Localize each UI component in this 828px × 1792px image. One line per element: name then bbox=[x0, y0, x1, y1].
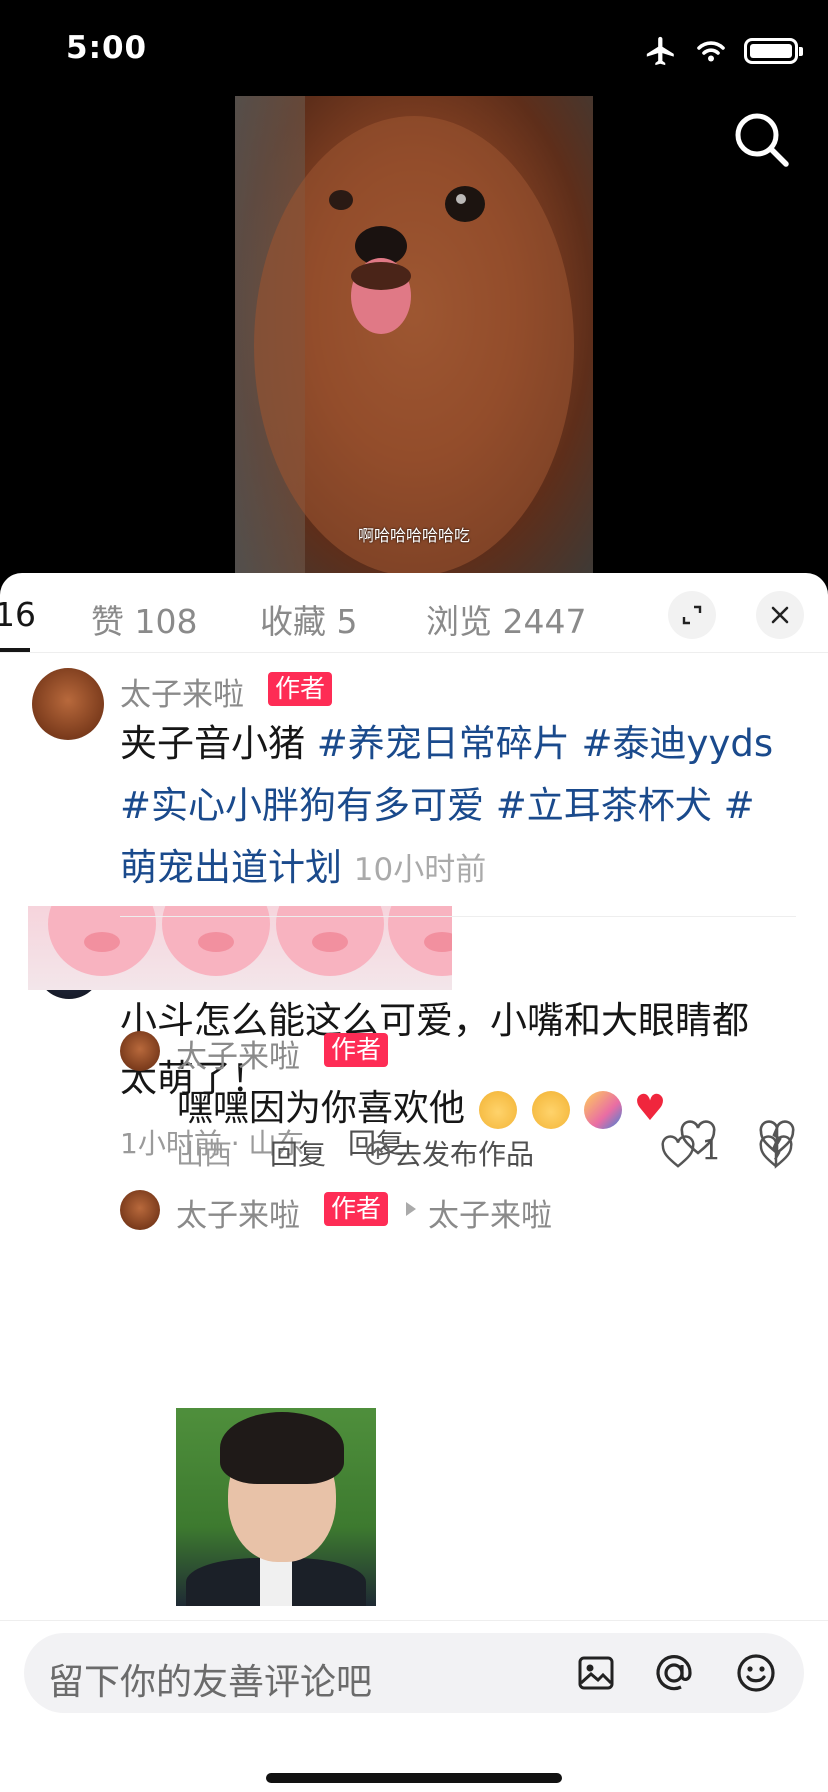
reply-author-avatar[interactable] bbox=[120, 1190, 160, 1230]
status-icons bbox=[644, 34, 803, 68]
search-icon bbox=[735, 113, 789, 167]
image-icon[interactable] bbox=[576, 1653, 616, 1693]
close-button[interactable] bbox=[756, 591, 804, 639]
publish-work-button[interactable]: 去发布作品 bbox=[394, 1133, 534, 1173]
hashtag[interactable]: #立耳茶杯犬 bbox=[496, 784, 712, 827]
expand-icon bbox=[682, 605, 702, 625]
post-description: 夹子音小猪 #养宠日常碎片 #泰迪yyds #实心小胖狗有多可爱 #立耳茶杯犬 … bbox=[120, 713, 780, 901]
reply-author-avatar[interactable] bbox=[120, 1031, 160, 1071]
dog-illustration bbox=[254, 116, 574, 574]
sticker-overlay bbox=[28, 906, 452, 990]
upload-icon bbox=[365, 1140, 391, 1166]
reply-to-name[interactable]: 太子来啦 bbox=[428, 1190, 552, 1235]
mention-icon[interactable] bbox=[652, 1651, 696, 1695]
tab-likes[interactable]: 赞 108 bbox=[91, 595, 197, 643]
wifi-icon bbox=[697, 41, 725, 62]
comment-input-bar: 留下你的友善评论吧 bbox=[0, 1620, 828, 1792]
post-author-name[interactable]: 太子来啦 bbox=[120, 669, 244, 714]
reply-author-name[interactable]: 太子来啦 bbox=[176, 1031, 300, 1076]
comment-input[interactable]: 留下你的友善评论吧 bbox=[24, 1633, 804, 1713]
battery-icon bbox=[744, 38, 803, 64]
divider bbox=[120, 916, 796, 917]
expand-button[interactable] bbox=[668, 591, 716, 639]
stats-tabs: 16 赞 108 收藏 5 浏览 2447 bbox=[0, 573, 828, 653]
blush-emoji-icon bbox=[531, 1091, 570, 1129]
author-badge: 作者 bbox=[324, 1033, 389, 1067]
comment-sheet: 16 赞 108 收藏 5 浏览 2447 太子来啦 作者 夹子音小猪 #养宠日… bbox=[0, 573, 828, 1792]
close-icon bbox=[771, 606, 789, 624]
status-bar: 5:00 bbox=[0, 0, 828, 100]
reply-reply-button[interactable]: 回复 bbox=[270, 1133, 326, 1173]
heart-emoji-icon: ♥ bbox=[633, 1088, 667, 1129]
home-indicator bbox=[266, 1773, 562, 1783]
reply-image[interactable] bbox=[176, 1408, 376, 1606]
reply-location: 山西 bbox=[176, 1138, 233, 1171]
reply-text: 嘿嘿因为你喜欢他 ♥ bbox=[177, 1079, 666, 1131]
post-time: 10小时前 bbox=[353, 852, 487, 888]
tab-favorites[interactable]: 收藏 5 bbox=[260, 595, 358, 643]
hashtag[interactable]: #泰迪yyds bbox=[582, 722, 774, 765]
video-player[interactable]: 啊哈哈哈哈哈吃 bbox=[235, 96, 593, 574]
dislike-icon[interactable] bbox=[758, 1135, 794, 1169]
author-badge: 作者 bbox=[324, 1192, 389, 1226]
tab-views[interactable]: 浏览 2447 bbox=[426, 595, 586, 643]
hashtag[interactable]: #实心小胖狗有多可爱 bbox=[120, 784, 484, 827]
status-time: 5:00 bbox=[66, 30, 148, 66]
airplane-mode-icon bbox=[646, 36, 674, 66]
post-text: 夹子音小猪 bbox=[120, 722, 317, 765]
active-tab-indicator bbox=[0, 648, 30, 652]
author-badge: 作者 bbox=[268, 672, 333, 706]
reply-like-count: 1 bbox=[702, 1133, 720, 1166]
emoji-icon[interactable] bbox=[734, 1651, 778, 1695]
hug-emoji-icon bbox=[584, 1091, 623, 1129]
blush-emoji-icon bbox=[479, 1091, 518, 1129]
comment-input-placeholder: 留下你的友善评论吧 bbox=[48, 1662, 373, 1703]
tab-comments[interactable]: 16 bbox=[0, 595, 36, 634]
like-icon[interactable] bbox=[660, 1135, 696, 1169]
reply-text-content: 嘿嘿因为你喜欢他 bbox=[177, 1088, 466, 1129]
reply-author-name[interactable]: 太子来啦 bbox=[176, 1190, 300, 1235]
search-button[interactable] bbox=[730, 108, 794, 172]
video-caption: 啊哈哈哈哈哈吃 bbox=[357, 526, 470, 545]
hashtag[interactable]: #养宠日常碎片 bbox=[317, 722, 570, 765]
author-avatar[interactable] bbox=[32, 668, 104, 740]
reply-arrow-icon bbox=[406, 1202, 416, 1216]
